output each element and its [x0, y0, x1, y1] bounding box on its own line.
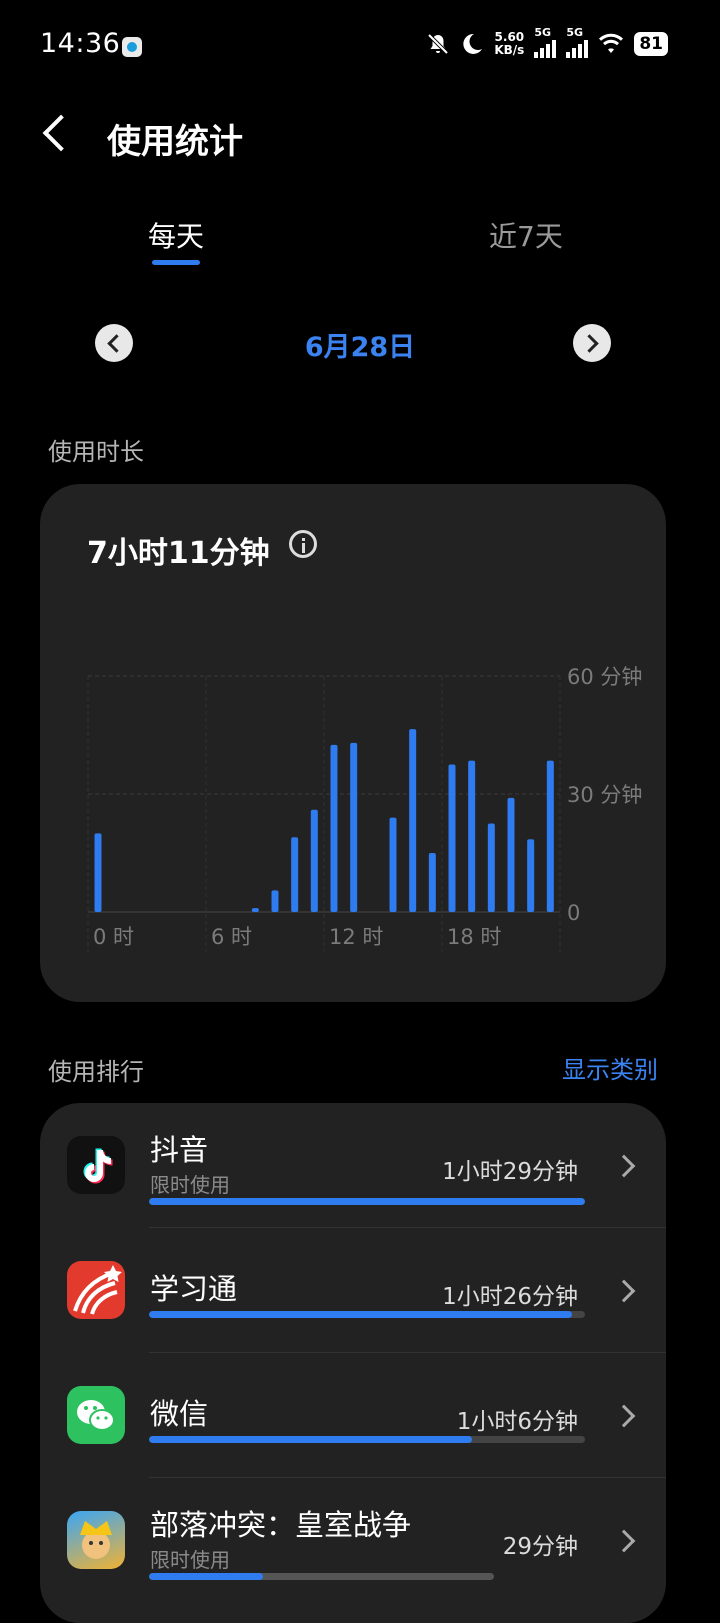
app-limit-label: 限时使用 [150, 1548, 230, 1572]
app-usage-time: 1小时29分钟 [442, 1159, 578, 1185]
app-name: 抖音 [150, 1133, 209, 1167]
xuexitong-icon [67, 1261, 125, 1319]
wechat-icon [67, 1386, 125, 1444]
app-name: 微信 [150, 1397, 209, 1431]
chart-bar[interactable] [546, 760, 554, 912]
tiktok-icon [67, 1136, 125, 1194]
chart-bar[interactable] [487, 823, 495, 913]
app-row-xuexitong[interactable]: 学习通 1小时26分钟 [40, 1228, 666, 1353]
app-usage-time: 1小时6分钟 [456, 1409, 578, 1435]
show-categories-link[interactable]: 显示类别 [562, 1050, 658, 1085]
app-usage-bar [149, 1311, 585, 1318]
chart-bar[interactable] [251, 908, 259, 912]
app-row-wechat[interactable]: 微信 1小时6分钟 [40, 1353, 666, 1478]
chart-bar[interactable] [428, 853, 436, 912]
app-ranking-list: 抖音 限时使用 1小时29分钟 学习通 1小时26分钟 微信 1小时6分钟 部落… [40, 1103, 666, 1623]
chart-bar[interactable] [389, 817, 397, 912]
app-usage-time: 1小时26分钟 [442, 1284, 578, 1310]
app-usage-bar [149, 1573, 494, 1580]
x-tick-label: 6 时 [211, 925, 252, 949]
chevron-right-icon [612, 1154, 636, 1178]
chart-bar[interactable] [271, 890, 279, 912]
chevron-right-icon [612, 1279, 636, 1303]
app-row-douyin[interactable]: 抖音 限时使用 1小时29分钟 [40, 1103, 666, 1228]
chart-bar[interactable] [310, 809, 318, 912]
chevron-right-icon [612, 1404, 636, 1428]
chart-bar[interactable] [350, 742, 358, 912]
clash-royale-icon [67, 1511, 125, 1569]
chart-bar[interactable] [507, 797, 515, 912]
chart-bar[interactable] [291, 837, 299, 912]
x-tick-label: 18 时 [447, 925, 501, 949]
chart-bar[interactable] [448, 764, 456, 913]
app-name: 部落冲突：皇室战争 [150, 1508, 412, 1542]
x-tick-label: 12 时 [329, 925, 383, 949]
app-row-clash-royale[interactable]: 部落冲突：皇室战争 限时使用 29分钟 [40, 1478, 666, 1603]
y-tick-label: 0 [567, 901, 580, 925]
chevron-right-icon [612, 1529, 636, 1553]
usage-chart: 60 分钟 30 分钟 0 0 时 6 时 12 时 18 时 [87, 665, 642, 952]
app-name: 学习通 [150, 1272, 238, 1306]
y-tick-label: 30 分钟 [567, 783, 642, 807]
app-usage-bar [149, 1436, 585, 1443]
app-limit-label: 限时使用 [150, 1173, 230, 1197]
chart-bar[interactable] [330, 744, 338, 912]
ranking-section-label: 使用排行 [48, 1058, 144, 1086]
chart-bar[interactable] [527, 839, 535, 912]
y-tick-label: 60 分钟 [567, 665, 642, 689]
chart-bar[interactable] [468, 760, 476, 912]
app-usage-bar [149, 1198, 585, 1205]
x-tick-label: 0 时 [93, 925, 134, 949]
chart-bar[interactable] [94, 833, 102, 912]
chart-bar[interactable] [409, 729, 417, 912]
app-usage-time: 29分钟 [502, 1534, 578, 1560]
